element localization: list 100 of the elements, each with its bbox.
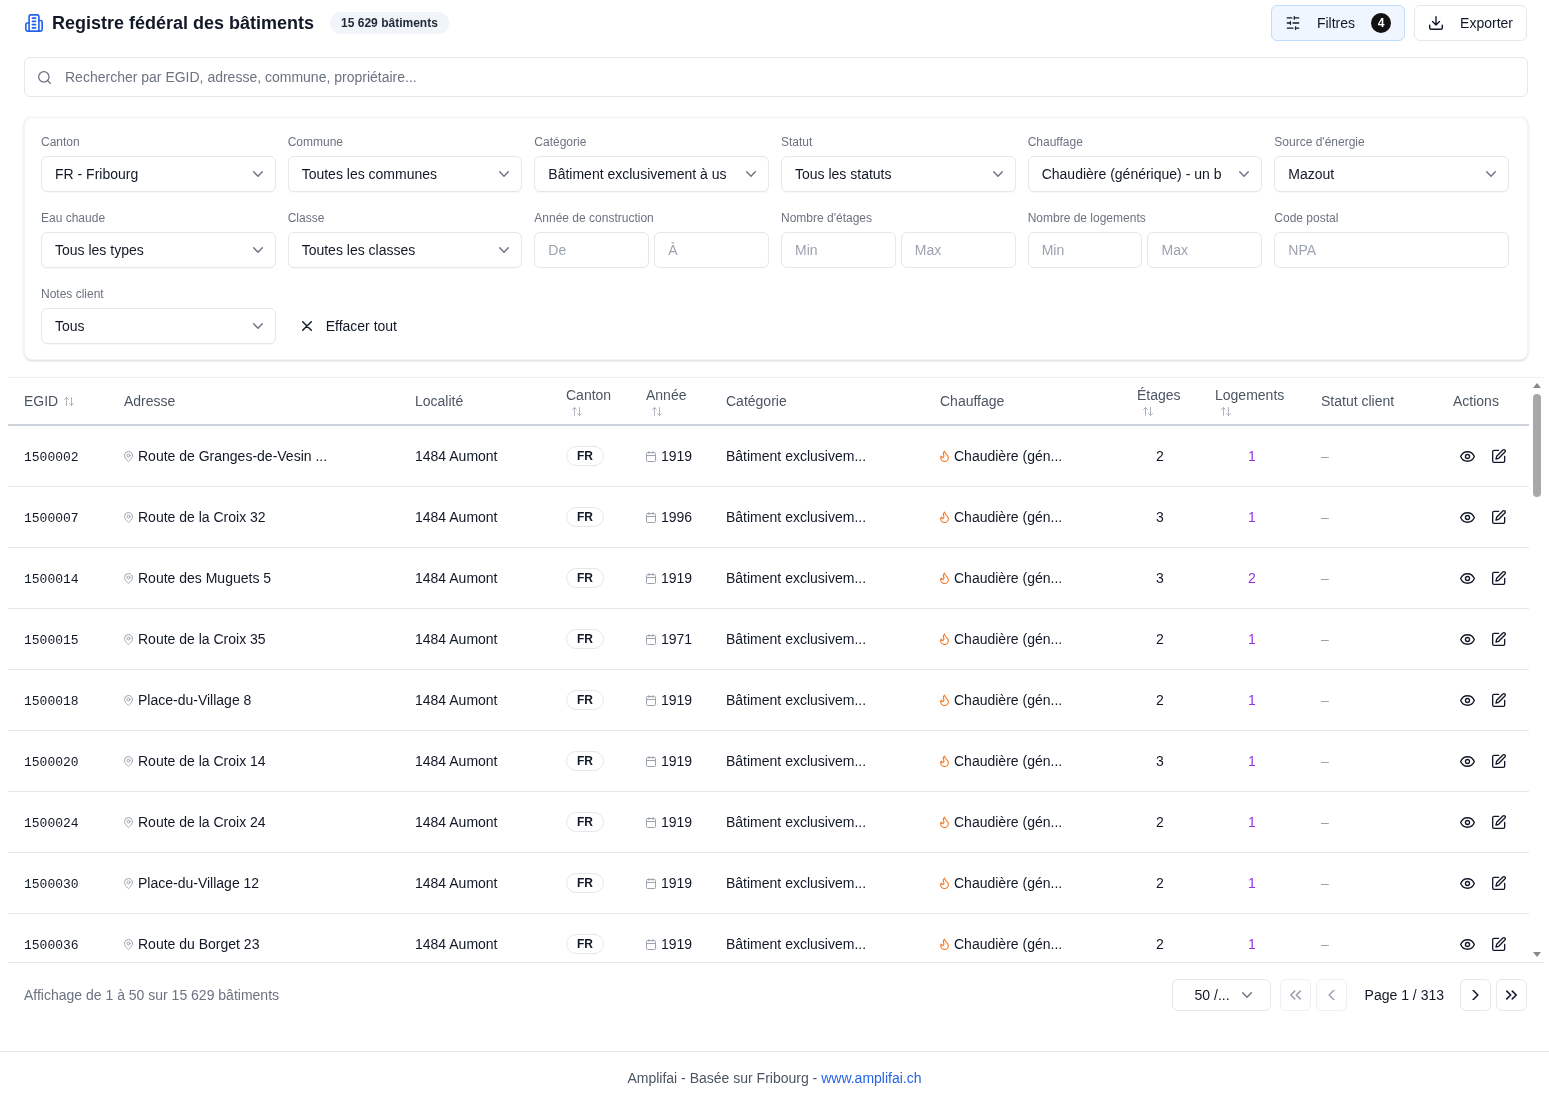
input-field[interactable]: De — [534, 232, 650, 268]
floors-text: 2 — [1156, 448, 1164, 464]
export-button[interactable]: Exporter — [1414, 5, 1527, 41]
input-field[interactable]: Min — [1027, 232, 1143, 268]
calendar-icon — [646, 694, 656, 706]
eye-icon[interactable] — [1460, 877, 1475, 889]
field-label: Code postal — [1274, 210, 1340, 226]
eye-icon[interactable] — [1460, 511, 1475, 523]
floors-text: 3 — [1156, 570, 1164, 586]
locality-text: 1484 Aumont — [415, 448, 498, 464]
egid-text: 1500024 — [24, 815, 79, 831]
column-header: Catégorie — [726, 393, 787, 409]
edit-icon[interactable] — [1492, 754, 1506, 768]
dwellings-text: 1 — [1248, 936, 1256, 952]
heating-text: Chaudière (gén... — [954, 631, 1063, 647]
eye-icon[interactable] — [1460, 755, 1475, 767]
egid-text: 1500020 — [24, 754, 79, 770]
status-text: – — [1321, 570, 1329, 586]
search-field[interactable]: Rechercher par EGID, adresse, commune, propriétaire... — [24, 57, 1528, 97]
website-link[interactable]: www.amplifai.ch — [821, 1070, 922, 1086]
dropdown[interactable]: Bâtiment exclusivement à us — [534, 156, 769, 192]
input-field[interactable]: À — [654, 232, 769, 268]
double-chevron-left-icon — [1289, 990, 1301, 1000]
map-pin-icon — [124, 877, 133, 889]
next-page-button[interactable] — [1460, 979, 1491, 1011]
building-icon — [25, 14, 43, 32]
input-field[interactable]: Min — [781, 232, 896, 268]
status-text: – — [1321, 631, 1329, 647]
eye-icon[interactable] — [1460, 633, 1475, 645]
column-header: Étages — [1137, 386, 1181, 403]
filters-button[interactable]: Filtres 4 — [1270, 5, 1406, 41]
edit-icon[interactable] — [1492, 632, 1506, 646]
sliders-icon — [1285, 16, 1300, 30]
eye-icon[interactable] — [1460, 938, 1475, 950]
scroll-down-icon[interactable] — [1532, 952, 1541, 957]
calendar-icon — [646, 938, 656, 950]
map-pin-icon — [124, 633, 133, 645]
scrollbar-thumb[interactable] — [1532, 394, 1541, 497]
map-pin-icon — [124, 938, 133, 950]
count-badge: 15 629 bâtiments — [330, 12, 449, 34]
filter-count-badge: 4 — [1371, 13, 1392, 33]
category-text: Bâtiment exclusivem... — [726, 631, 867, 647]
column-header: Logements — [1215, 386, 1285, 403]
field-label: Chauffage — [1027, 134, 1084, 150]
eye-icon[interactable] — [1460, 450, 1475, 462]
locality-text: 1484 Aumont — [415, 936, 498, 952]
status-text: – — [1321, 448, 1329, 464]
edit-icon[interactable] — [1492, 815, 1506, 829]
chevron-down-icon — [499, 171, 510, 177]
floors-text: 2 — [1156, 692, 1164, 708]
column-header: Chauffage — [940, 393, 1005, 409]
edit-icon[interactable] — [1492, 449, 1506, 463]
page-indicator: Page 1 / 313 — [1364, 987, 1444, 1003]
year-text: 1919 — [661, 875, 693, 891]
egid-text: 1500036 — [24, 937, 79, 953]
edit-icon[interactable] — [1492, 510, 1506, 524]
edit-icon[interactable] — [1492, 571, 1506, 585]
page-size-dropdown[interactable]: 50 /... — [1171, 979, 1271, 1011]
heating-text: Chaudière (gén... — [954, 509, 1063, 525]
results-summary: Affichage de 1 à 50 sur 15 629 bâtiments — [24, 987, 280, 1003]
clear-filters-button[interactable]: Effacer tout — [287, 308, 397, 344]
input-field[interactable]: Max — [900, 232, 1016, 268]
input-field[interactable]: Max — [1147, 232, 1263, 268]
dropdown[interactable]: Mazout — [1274, 156, 1509, 192]
dropdown[interactable]: FR - Fribourg — [41, 156, 276, 192]
eye-icon[interactable] — [1460, 816, 1475, 828]
calendar-icon — [646, 572, 656, 584]
address-text: Route de la Croix 24 — [138, 814, 266, 830]
input-field[interactable]: NPA — [1274, 232, 1509, 268]
category-text: Bâtiment exclusivem... — [726, 814, 867, 830]
dwellings-text: 1 — [1248, 875, 1256, 891]
dwellings-text: 2 — [1248, 570, 1256, 586]
dwellings-text: 1 — [1248, 753, 1256, 769]
locality-text: 1484 Aumont — [415, 509, 498, 525]
dropdown[interactable]: Toutes les classes — [287, 232, 523, 268]
address-text: Route de Granges-de-Vesin ... — [138, 448, 328, 464]
flame-icon — [940, 938, 949, 950]
address-text: Route de la Croix 32 — [138, 509, 266, 525]
status-text: – — [1321, 936, 1329, 952]
edit-icon[interactable] — [1492, 937, 1506, 951]
dropdown[interactable]: Toutes les communes — [287, 156, 523, 192]
year-text: 1919 — [661, 814, 693, 830]
dropdown[interactable]: Tous — [41, 308, 276, 344]
chevron-down-icon — [499, 247, 510, 253]
locality-text: 1484 Aumont — [415, 814, 498, 830]
year-text: 1971 — [661, 631, 693, 647]
field-label: Nombre de logements — [1027, 210, 1147, 226]
edit-icon[interactable] — [1492, 876, 1506, 890]
eye-icon[interactable] — [1460, 694, 1475, 706]
scroll-up-icon[interactable] — [1532, 383, 1541, 388]
dropdown[interactable]: Tous les types — [41, 232, 276, 268]
calendar-icon — [646, 633, 656, 645]
category-text: Bâtiment exclusivem... — [726, 875, 867, 891]
dropdown[interactable]: Tous les statuts — [781, 156, 1016, 192]
flame-icon — [940, 572, 949, 584]
calendar-icon — [646, 755, 656, 767]
dropdown[interactable]: Chaudière (générique) - un b — [1027, 156, 1263, 192]
eye-icon[interactable] — [1460, 572, 1475, 584]
last-page-button[interactable] — [1496, 979, 1527, 1011]
edit-icon[interactable] — [1492, 693, 1506, 707]
